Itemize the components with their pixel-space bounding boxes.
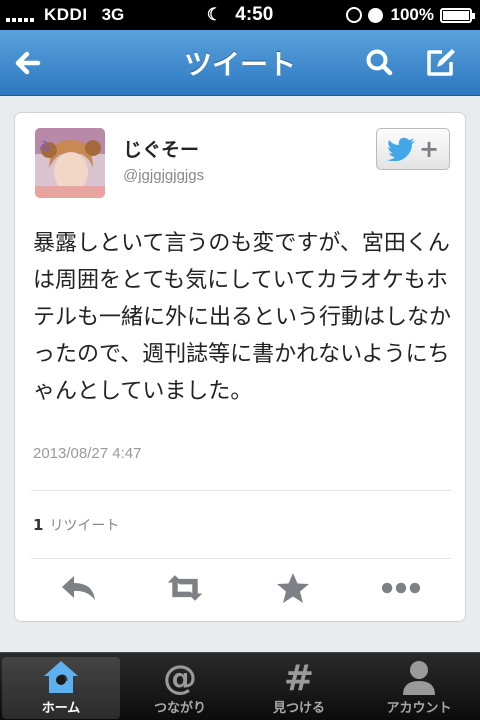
- moon-icon: ☾: [206, 5, 222, 24]
- tab-home-label: ホーム: [41, 701, 81, 716]
- follow-button[interactable]: +: [376, 128, 450, 170]
- svg-text:#: #: [284, 658, 314, 697]
- more-button[interactable]: [381, 568, 421, 608]
- alarm-icon: [367, 7, 383, 23]
- user-display-name[interactable]: じぐそー: [123, 135, 199, 162]
- clock: 4:50: [235, 4, 274, 25]
- more-dots-icon: [381, 582, 421, 594]
- divider: [31, 490, 451, 491]
- search-button[interactable]: [360, 43, 400, 83]
- retweet-count-label: リツイート: [49, 518, 120, 534]
- at-icon: @: [163, 658, 197, 697]
- favorite-button[interactable]: [273, 568, 313, 608]
- battery-icon: [440, 7, 475, 23]
- star-icon: [277, 573, 309, 603]
- user-handle[interactable]: @jgjgjgjgjgs: [123, 167, 204, 184]
- home-icon: [44, 661, 78, 693]
- compose-button[interactable]: [420, 43, 460, 83]
- tab-account-label: アカウント: [386, 701, 452, 716]
- person-icon: [403, 661, 435, 695]
- tab-account[interactable]: アカウント: [360, 657, 478, 719]
- tab-connect[interactable]: @ つながり: [121, 657, 239, 719]
- retweet-count-row[interactable]: 1 リツイート: [33, 515, 119, 535]
- profile-photo-icon: ゐ: [35, 128, 105, 198]
- page-title: ツイート: [183, 48, 296, 81]
- svg-text:ゐ: ゐ: [39, 139, 51, 153]
- svg-text:@: @: [163, 658, 197, 697]
- tab-connect-label: つながり: [153, 701, 206, 716]
- tweet-text: 暴露しといて言うのも変ですが、宮田くんは周囲をとても気にしていてカラオケもホテル…: [33, 231, 452, 404]
- compose-icon: [427, 49, 455, 76]
- avatar[interactable]: ゐ: [35, 128, 105, 198]
- twitter-bird-icon: [386, 137, 416, 161]
- status-bar: KDDI 3G ☾ 4:50 100%: [0, 0, 480, 30]
- retweet-count: 1: [33, 516, 44, 534]
- tab-home[interactable]: ホーム: [2, 657, 120, 719]
- battery-percent: 100%: [390, 5, 434, 24]
- retweet-button[interactable]: [165, 568, 205, 608]
- reply-icon: [62, 576, 95, 600]
- rotation-lock-icon: [345, 7, 362, 23]
- retweet-icon: [167, 575, 203, 601]
- search-icon: [366, 49, 393, 76]
- tab-bar: ホーム @ つながり # 見つける アカウント: [0, 652, 480, 720]
- tab-discover-label: 見つける: [272, 701, 325, 716]
- reply-button[interactable]: [59, 568, 99, 608]
- divider: [31, 558, 451, 559]
- navigation-bar: ツイート: [0, 30, 480, 96]
- tweet-timestamp: 2013/08/27 4:47: [33, 445, 142, 462]
- tab-discover[interactable]: # 見つける: [240, 657, 358, 719]
- plus-icon: +: [418, 135, 440, 163]
- tweet-card: ゐ じぐそー @jgjgjgjgjgs + 暴露しといて言うのも変ですが、宮田く…: [14, 112, 466, 622]
- hash-icon: #: [284, 658, 314, 697]
